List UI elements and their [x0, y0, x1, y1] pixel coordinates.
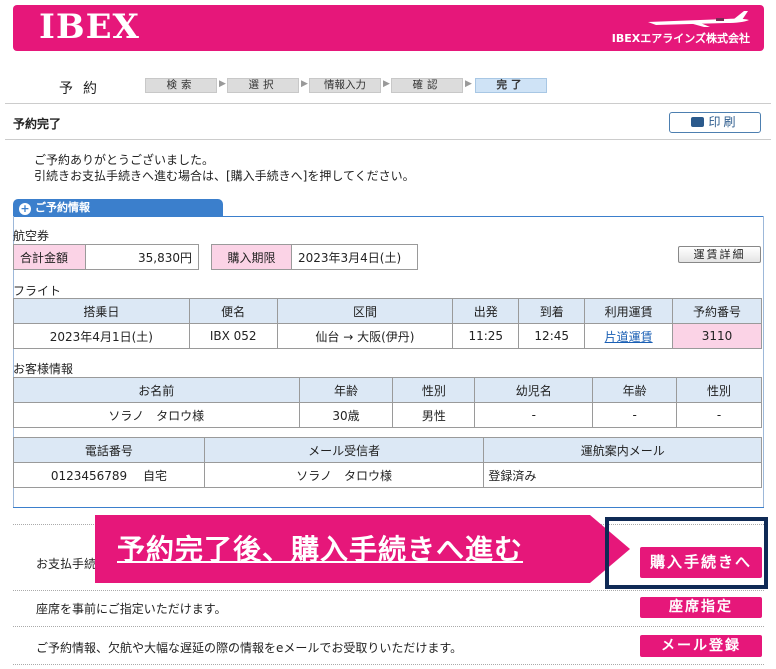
table-header-row: お名前 年齢 性別 幼児名 年齢 性別: [13, 377, 762, 403]
step-info-input: 情報入力: [309, 78, 381, 93]
cell-flight-no: IBX 052: [188, 323, 278, 349]
th-mail-recipient: メール受信者: [203, 437, 485, 463]
th-name: お名前: [13, 377, 300, 403]
thanks-line-2: 引続きお支払手続きへ進む場合は、[購入手続きへ]を押してください。: [34, 169, 415, 183]
th-flight-no: 便名: [188, 298, 278, 324]
th-reservation-no: 予約番号: [672, 298, 762, 324]
customer-table: お名前 年齢 性別 幼児名 年齢 性別 ソラノ タロウ様 30歳 男性 - - …: [13, 377, 762, 428]
flight-label: フライト: [13, 284, 62, 298]
step-arrow-icon: ▶: [219, 79, 226, 89]
total-label: 合計金額: [13, 244, 86, 270]
customer-label: お客様情報: [13, 362, 74, 376]
step-complete: 完了: [475, 78, 547, 93]
th-infant-gender: 性別: [676, 377, 762, 403]
total-value: 35,830円: [85, 244, 199, 270]
cell-notice: 登録済み: [483, 462, 762, 488]
annotation-text: 予約完了後、購入手続きへ進む: [117, 533, 524, 566]
th-flight-notice-mail: 運航案内メール: [483, 437, 762, 463]
mail-row-text: ご予約情報、欠航や大幅な遅延の際の情報をeメールでお受取りいただけます。: [36, 641, 463, 655]
thanks-line-1: ご予約ありがとうございました。: [34, 153, 215, 167]
site-header: IBEX IBEXエアラインズ株式会社: [13, 5, 764, 51]
ibex-logo[interactable]: IBEX: [39, 7, 140, 47]
th-depart: 出発: [452, 298, 520, 324]
airplane-icon: [648, 11, 749, 27]
progress-steps: 予約 検索 ▶ 選択 ▶ 情報入力 ▶ 確認 ▶ 完了: [13, 76, 764, 98]
deadline-label: 購入期限: [211, 244, 292, 270]
th-arrive: 到着: [518, 298, 586, 324]
panel-right-border: [763, 216, 764, 508]
seat-row-text: 座席を事前にご指定いただけます。: [36, 602, 227, 616]
cell-infant-name: -: [474, 402, 594, 428]
flight-table: 搭乗日 便名 区間 出発 到着 利用運賃 予約番号 2023年4月1日(土) I…: [13, 298, 762, 349]
ticket-label: 航空券: [13, 229, 50, 243]
cell-gender: 男性: [392, 402, 476, 428]
cell-age: 30歳: [298, 402, 394, 428]
fare-table: 合計金額 35,830円 購入期限 2023年3月4日(土): [13, 244, 418, 270]
th-infant-name: 幼児名: [474, 377, 594, 403]
step-search: 検索: [145, 78, 217, 93]
th-route: 区間: [276, 298, 454, 324]
step-arrow-icon: ▶: [301, 79, 308, 89]
table-header-row: 搭乗日 便名 区間 出発 到着 利用運賃 予約番号: [13, 298, 762, 324]
steps-title: 予約: [59, 81, 107, 97]
cell-reservation-no: 3110: [672, 323, 762, 349]
th-fare-type: 利用運賃: [584, 298, 674, 324]
th-boarding-date: 搭乗日: [13, 298, 190, 324]
printer-icon: [691, 117, 705, 127]
cell-fare: 片道運賃: [584, 323, 674, 349]
table-header-row: 電話番号 メール受信者 運航案内メール: [13, 437, 762, 463]
th-infant-age: 年齢: [592, 377, 678, 403]
plus-circle-icon: +: [19, 202, 31, 215]
th-gender: 性別: [392, 377, 476, 403]
seat-select-button[interactable]: 座席指定: [640, 597, 762, 618]
dotted-divider: [13, 626, 764, 627]
company-name: IBEXエアラインズ株式会社: [611, 32, 750, 45]
step-select: 選択: [227, 78, 299, 93]
table-row: 0123456789 自宅 ソラノ タロウ様 登録済み: [13, 462, 762, 488]
step-confirm: 確認: [391, 78, 463, 93]
cell-infant-age: -: [592, 402, 678, 428]
cell-route: 仙台 → 大阪(伊丹): [276, 323, 454, 349]
divider: [5, 103, 771, 104]
panel-bottom-border: [13, 507, 764, 508]
dotted-divider: [13, 664, 764, 665]
print-label: 印刷: [708, 115, 739, 129]
panel-top-border: [13, 216, 764, 217]
cell-phone: 0123456789 自宅: [13, 462, 205, 488]
step-arrow-icon: ▶: [383, 79, 390, 89]
cell-recipient: ソラノ タロウ様: [203, 462, 485, 488]
cell-infant-gender: -: [676, 402, 762, 428]
thanks-message: ご予約ありがとうございました。 引続きお支払手続きへ進む場合は、[購入手続きへ]…: [34, 152, 415, 184]
divider: [5, 139, 771, 140]
print-button[interactable]: 印刷: [669, 112, 761, 133]
cell-arrive: 12:45: [518, 323, 586, 349]
deadline-value: 2023年3月4日(土): [291, 244, 418, 270]
cell-name: ソラノ タロウ様: [13, 402, 300, 428]
dotted-divider: [13, 590, 764, 591]
step-arrow-icon: ▶: [465, 79, 472, 89]
cell-date: 2023年4月1日(土): [13, 323, 190, 349]
table-row: ソラノ タロウ様 30歳 男性 - - -: [13, 402, 762, 428]
mail-register-button[interactable]: メール登録: [640, 635, 762, 657]
th-age: 年齢: [298, 377, 394, 403]
annotation-callout: 予約完了後、購入手続きへ進む: [95, 515, 630, 583]
contact-table: 電話番号 メール受信者 運航案内メール 0123456789 自宅 ソラノ タロ…: [13, 437, 762, 488]
fare-detail-button[interactable]: 運賃詳細: [678, 246, 761, 263]
cell-depart: 11:25: [452, 323, 520, 349]
payment-row-text: お支払手続: [36, 557, 97, 571]
th-phone: 電話番号: [13, 437, 205, 463]
fare-type-link[interactable]: 片道運賃: [605, 330, 653, 344]
section-tab-label: ご予約情報: [35, 201, 90, 214]
fare-gap: [198, 244, 212, 270]
table-row: 2023年4月1日(土) IBX 052 仙台 → 大阪(伊丹) 11:25 1…: [13, 323, 762, 349]
section-tab-reservation-info: + ご予約情報: [13, 199, 223, 217]
page-title: 予約完了: [13, 117, 62, 131]
annotation-highlight-box: [605, 517, 768, 589]
